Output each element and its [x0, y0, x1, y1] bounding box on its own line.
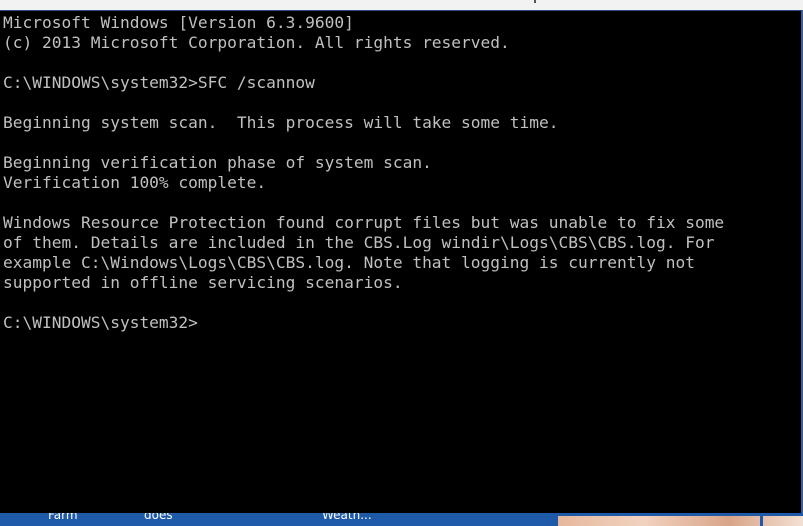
console-line: Beginning system scan. This process will… [3, 113, 559, 132]
taskbar-item-label[interactable]: Farm [48, 513, 78, 522]
desktop-screen: Microsoft Windows [Version 6.3.9600] (c) … [0, 0, 803, 526]
console-line: supported in offline servicing scenarios… [3, 273, 403, 292]
console-output: Microsoft Windows [Version 6.3.9600] (c) … [3, 13, 724, 333]
title-bar-fragment [534, 0, 536, 3]
console-line: Windows Resource Protection found corrup… [3, 213, 725, 232]
console-line: Microsoft Windows [Version 6.3.9600] [3, 13, 354, 32]
console-line: Verification 100% complete. [3, 173, 267, 192]
console-line: Beginning verification phase of system s… [3, 153, 432, 172]
command-prompt-line[interactable]: C:\WINDOWS\system32> [3, 313, 724, 333]
console-line: C:\WINDOWS\system32>SFC /scannow [3, 73, 315, 92]
taskbar-item-label[interactable]: does [144, 513, 173, 522]
console-line: of them. Details are included in the CBS… [3, 233, 715, 252]
taskbar-thumbnail[interactable] [558, 516, 803, 526]
prompt-text: C:\WINDOWS\system32> [3, 313, 198, 332]
console-line: (c) 2013 Microsoft Corporation. All righ… [3, 33, 510, 52]
taskbar-item-label[interactable]: Weath... [322, 513, 372, 522]
command-prompt-window[interactable]: Microsoft Windows [Version 6.3.9600] (c) … [0, 10, 803, 513]
taskbar: Farm does Weath... [0, 513, 803, 526]
window-top-strip [0, 0, 803, 10]
taskbar-divider [760, 516, 763, 526]
console-line: example C:\Windows\Logs\CBS\CBS.log. Not… [3, 253, 695, 272]
